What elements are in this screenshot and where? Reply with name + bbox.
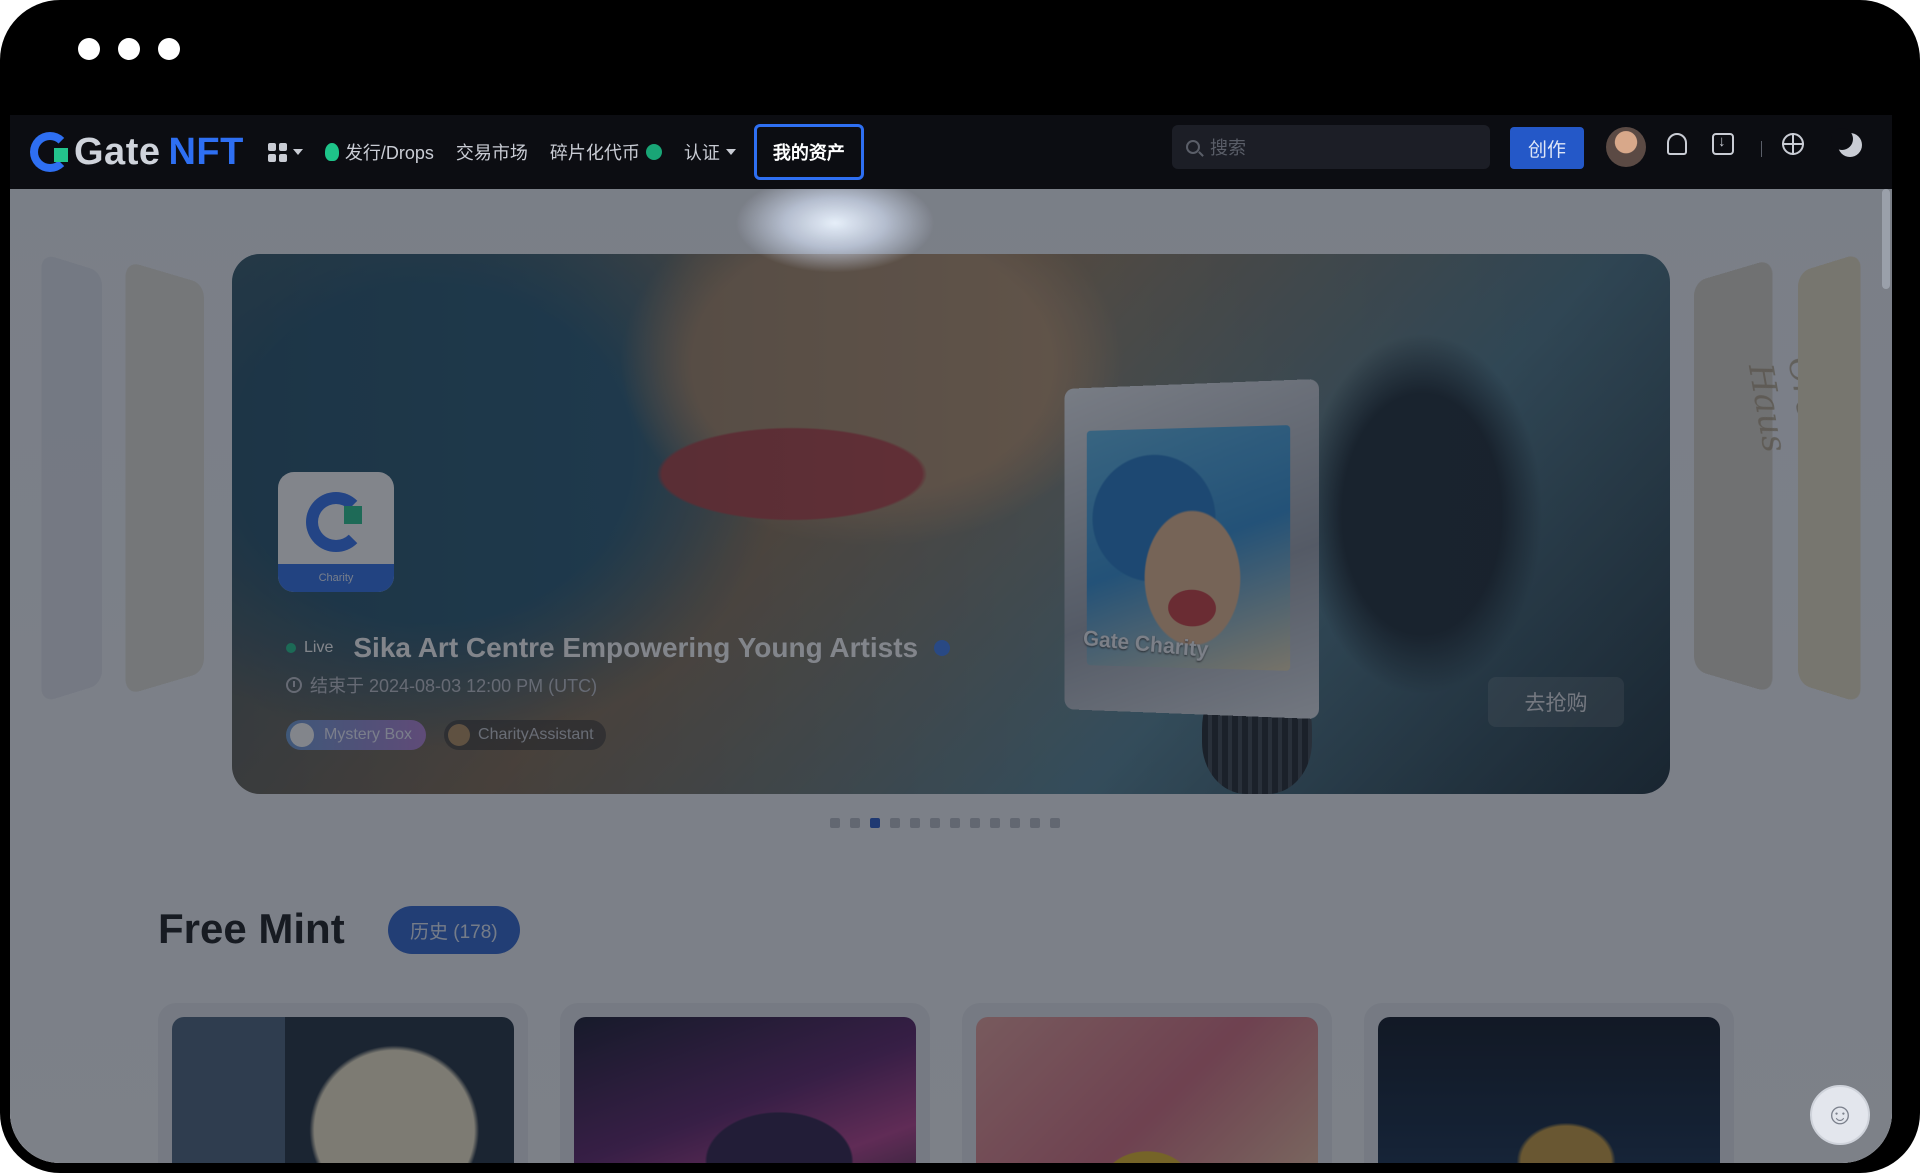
pager-dot[interactable] [930, 818, 940, 828]
verified-icon [934, 640, 951, 656]
free-mint-card[interactable] [158, 1003, 528, 1163]
globe-icon[interactable] [1782, 133, 1804, 155]
free-mint-card[interactable] [962, 1003, 1332, 1163]
create-button[interactable]: 创作 [1510, 127, 1584, 169]
collection-logo[interactable]: Charity [278, 472, 394, 592]
pager-dot[interactable] [1030, 818, 1040, 828]
bell-icon[interactable] [1667, 133, 1687, 155]
window-dot-1[interactable] [78, 38, 100, 60]
pager-dot[interactable] [870, 818, 880, 828]
flame-icon [324, 143, 339, 161]
pager-dot[interactable] [830, 818, 840, 828]
pager-dot[interactable] [950, 818, 960, 828]
nav-item-label: 发行/Drops [344, 143, 434, 163]
window-dot-3[interactable] [158, 38, 180, 60]
nft-image [1378, 1017, 1720, 1163]
chevron-down-icon [725, 149, 736, 155]
pager-dot[interactable] [890, 818, 900, 828]
nav-divider [1761, 141, 1762, 157]
nft-image [172, 1017, 514, 1163]
nav-item-fractional-tokens[interactable]: 碎片化代币 [550, 139, 662, 165]
free-mint-card[interactable] [1364, 1003, 1734, 1163]
nav-item-my-assets[interactable]: 我的资产 [753, 124, 864, 180]
carousel-side-card-right-far[interactable] [1798, 252, 1861, 704]
featured-drop-banner[interactable]: Charity Live Sika Art Centre Empowering … [232, 254, 1670, 794]
pager-dot[interactable] [990, 818, 1000, 828]
drop-title[interactable]: Sika Art Centre Empowering Young Artists [353, 632, 918, 664]
search-icon [1186, 140, 1200, 154]
browser-frame: Creative Haus Charity Live Sika Art Cent… [0, 0, 1920, 1173]
clock-icon [286, 677, 302, 693]
pager-dot[interactable] [910, 818, 920, 828]
nav-item-label: 交易市场 [455, 143, 528, 163]
download-icon[interactable] [1712, 133, 1734, 155]
moon-icon[interactable] [1831, 128, 1862, 157]
collection-logo-caption: Charity [278, 564, 394, 592]
creator-name: CharityAssistant [478, 726, 594, 743]
creator-tag[interactable]: CharityAssistant [444, 720, 606, 750]
live-dot-icon [286, 643, 296, 653]
nft-image [976, 1017, 1318, 1163]
mystery-box-icon [290, 723, 314, 747]
carousel-side-card-left-far[interactable] [41, 253, 103, 703]
page: Creative Haus Charity Live Sika Art Cent… [10, 115, 1892, 1163]
pager-dot[interactable] [850, 818, 860, 828]
banner-overlay [232, 254, 1670, 794]
live-status: Live [304, 639, 334, 656]
window-dot-2[interactable] [118, 38, 140, 60]
gate-logo-icon [30, 132, 70, 172]
drop-title-row: Live Sika Art Centre Empowering Young Ar… [286, 632, 951, 664]
creator-avatar [448, 724, 471, 746]
gate-logo-square [344, 506, 362, 524]
nav-item-marketplace[interactable]: 交易市场 [456, 139, 528, 165]
scrollbar[interactable] [1882, 189, 1890, 289]
top-navbar: Gate NFT 发行/Drops 交易市场 碎片化代币 认证 我的资产 搜索 … [10, 115, 1892, 189]
nav-item-label: 碎片化代币 [549, 143, 640, 163]
search-placeholder: 搜索 [1210, 138, 1246, 158]
coin-icon [645, 144, 662, 160]
pager-dot[interactable] [1050, 818, 1060, 828]
support-bot-icon[interactable]: ☺ [1810, 1085, 1870, 1145]
drop-end-time: 结束于 2024-08-03 12:00 PM (UTC) [286, 672, 597, 698]
window-controls [78, 38, 180, 60]
nav-item-drops[interactable]: 发行/Drops [324, 139, 434, 165]
nav-item-label: 认证 [683, 143, 720, 163]
drop-end-text: 结束于 2024-08-03 12:00 PM (UTC) [310, 676, 598, 696]
nav-item-verification[interactable]: 认证 [684, 139, 736, 165]
pager-dot[interactable] [970, 818, 980, 828]
nft-image [574, 1017, 916, 1163]
history-button[interactable]: 历史 (178) [388, 906, 520, 954]
page-viewport: Creative Haus Charity Live Sika Art Cent… [10, 115, 1892, 1163]
apps-grid-icon[interactable] [267, 142, 287, 162]
mystery-box-tag[interactable]: Mystery Box [286, 720, 427, 750]
chevron-down-icon[interactable] [292, 149, 303, 155]
free-mint-card[interactable] [560, 1003, 930, 1163]
grab-button[interactable]: 去抢购 [1488, 677, 1624, 727]
charity-artwork-card[interactable]: Gate Charity [1064, 378, 1320, 720]
search-input[interactable]: 搜索 [1172, 125, 1490, 169]
mystery-box-label: Mystery Box [324, 726, 413, 743]
drop-tags: Mystery Box CharityAssistant [286, 720, 606, 750]
carousel-pager [830, 818, 1060, 828]
pager-dot[interactable] [1010, 818, 1020, 828]
carousel-side-card-left[interactable] [125, 260, 204, 696]
logo-text: Gate [74, 130, 161, 173]
logo-suffix: NFT [168, 130, 244, 173]
gate-nft-logo[interactable]: Gate NFT [30, 131, 244, 174]
user-avatar[interactable] [1606, 127, 1646, 167]
free-mint-title: Free Mint [158, 905, 345, 952]
